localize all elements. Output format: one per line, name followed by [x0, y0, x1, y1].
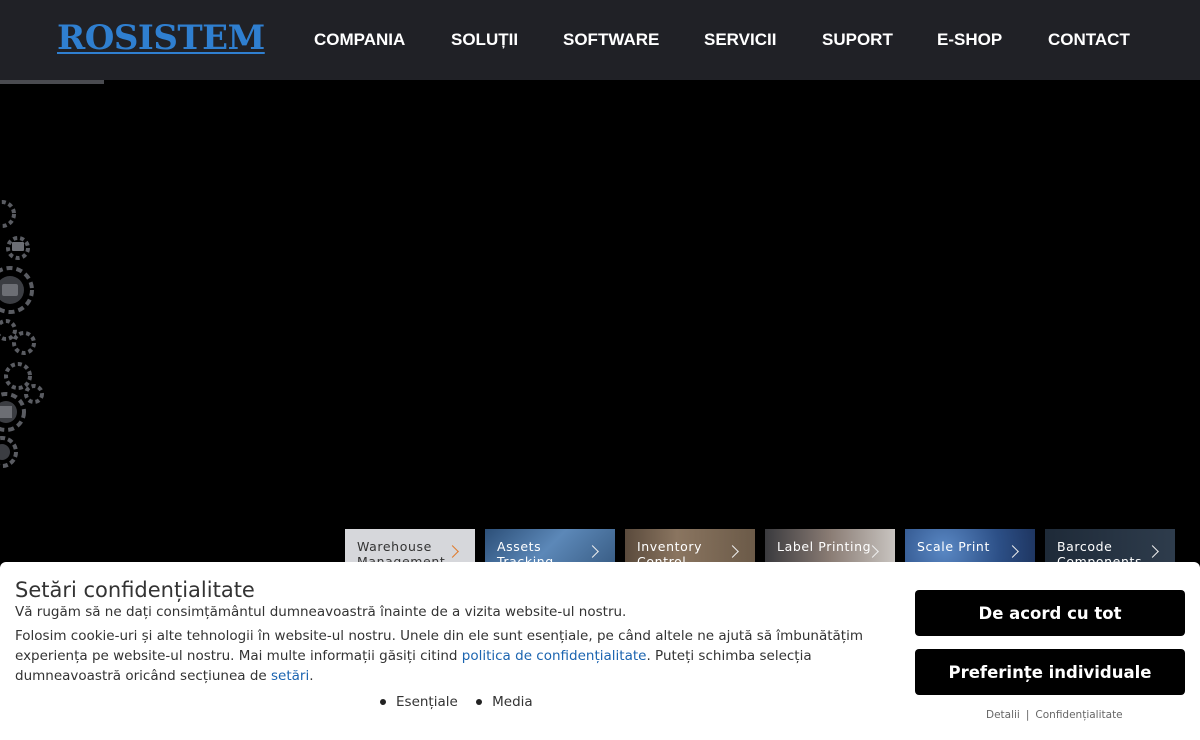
details-link[interactable]: Detalii	[986, 709, 1020, 721]
separator: |	[1025, 709, 1030, 721]
thumb-label: Inventory Control	[637, 539, 703, 563]
nav-item-compania[interactable]: COMPANIA	[314, 30, 405, 50]
nav-item-suport[interactable]: SUPORT	[822, 30, 893, 50]
privacy-policy-link[interactable]: politica de confidențialitate	[462, 648, 647, 664]
category-label: Media	[492, 694, 533, 710]
nav-item-software[interactable]: SOFTWARE	[563, 30, 659, 50]
nav-item-eshop[interactable]: E-SHOP	[937, 30, 1002, 50]
thumb-assets-tracking[interactable]: Assets Tracking	[485, 529, 615, 563]
cookie-description: Folosim cookie-uri și alte tehnologii în…	[15, 626, 895, 686]
thumb-label: Barcode Components	[1057, 539, 1143, 563]
cookie-text-part: .	[309, 668, 314, 684]
slider-progress-bar	[0, 80, 104, 84]
privacy-link[interactable]: Confidențialitate	[1035, 709, 1122, 721]
site-header: ROSISTEM COMPANIA SOLUȚII SOFTWARE SERVI…	[0, 0, 1200, 80]
category-media[interactable]: Media	[476, 694, 533, 710]
bullet-icon	[380, 699, 386, 705]
nav-item-solutii[interactable]: SOLUȚII	[451, 30, 518, 50]
cookie-footer-links: Detalii | Confidențialitate	[986, 709, 1123, 721]
cookie-consent-banner: Setări confidențialitate Vă rugăm să ne …	[0, 562, 1200, 740]
thumb-label-printing[interactable]: Label Printing	[765, 529, 895, 563]
accept-all-button[interactable]: De acord cu tot	[915, 590, 1185, 636]
cookie-title: Setări confidențialitate	[15, 578, 255, 602]
thumb-inventory-control[interactable]: Inventory Control	[625, 529, 755, 563]
thumb-scale-print[interactable]: Scale Print	[905, 529, 1035, 563]
settings-link[interactable]: setări	[271, 668, 309, 684]
category-label: Esențiale	[396, 694, 458, 710]
nav-item-contact[interactable]: CONTACT	[1048, 30, 1130, 50]
category-esentiale[interactable]: Esențiale	[380, 694, 458, 710]
thumb-label: Warehouse Management	[357, 539, 446, 563]
thumb-label: Label Printing	[777, 539, 872, 554]
cookie-categories: Esențiale Media	[380, 693, 547, 710]
nav-item-servicii[interactable]: SERVICII	[704, 30, 776, 50]
thumb-label: Scale Print	[917, 539, 990, 554]
bullet-icon	[476, 699, 483, 705]
site-logo[interactable]: ROSISTEM	[57, 18, 265, 58]
page: ROSISTEM COMPANIA SOLUȚII SOFTWARE SERVI…	[0, 0, 1200, 740]
thumb-warehouse-management[interactable]: Warehouse Management	[345, 529, 475, 563]
thumb-label: Assets Tracking	[497, 539, 554, 563]
gears-decoration	[0, 200, 44, 468]
individual-preferences-button[interactable]: Preferințe individuale	[915, 649, 1185, 695]
thumb-barcode-components[interactable]: Barcode Components	[1045, 529, 1175, 563]
cookie-subtitle: Vă rugăm să ne dați consimțământul dumne…	[15, 604, 627, 620]
